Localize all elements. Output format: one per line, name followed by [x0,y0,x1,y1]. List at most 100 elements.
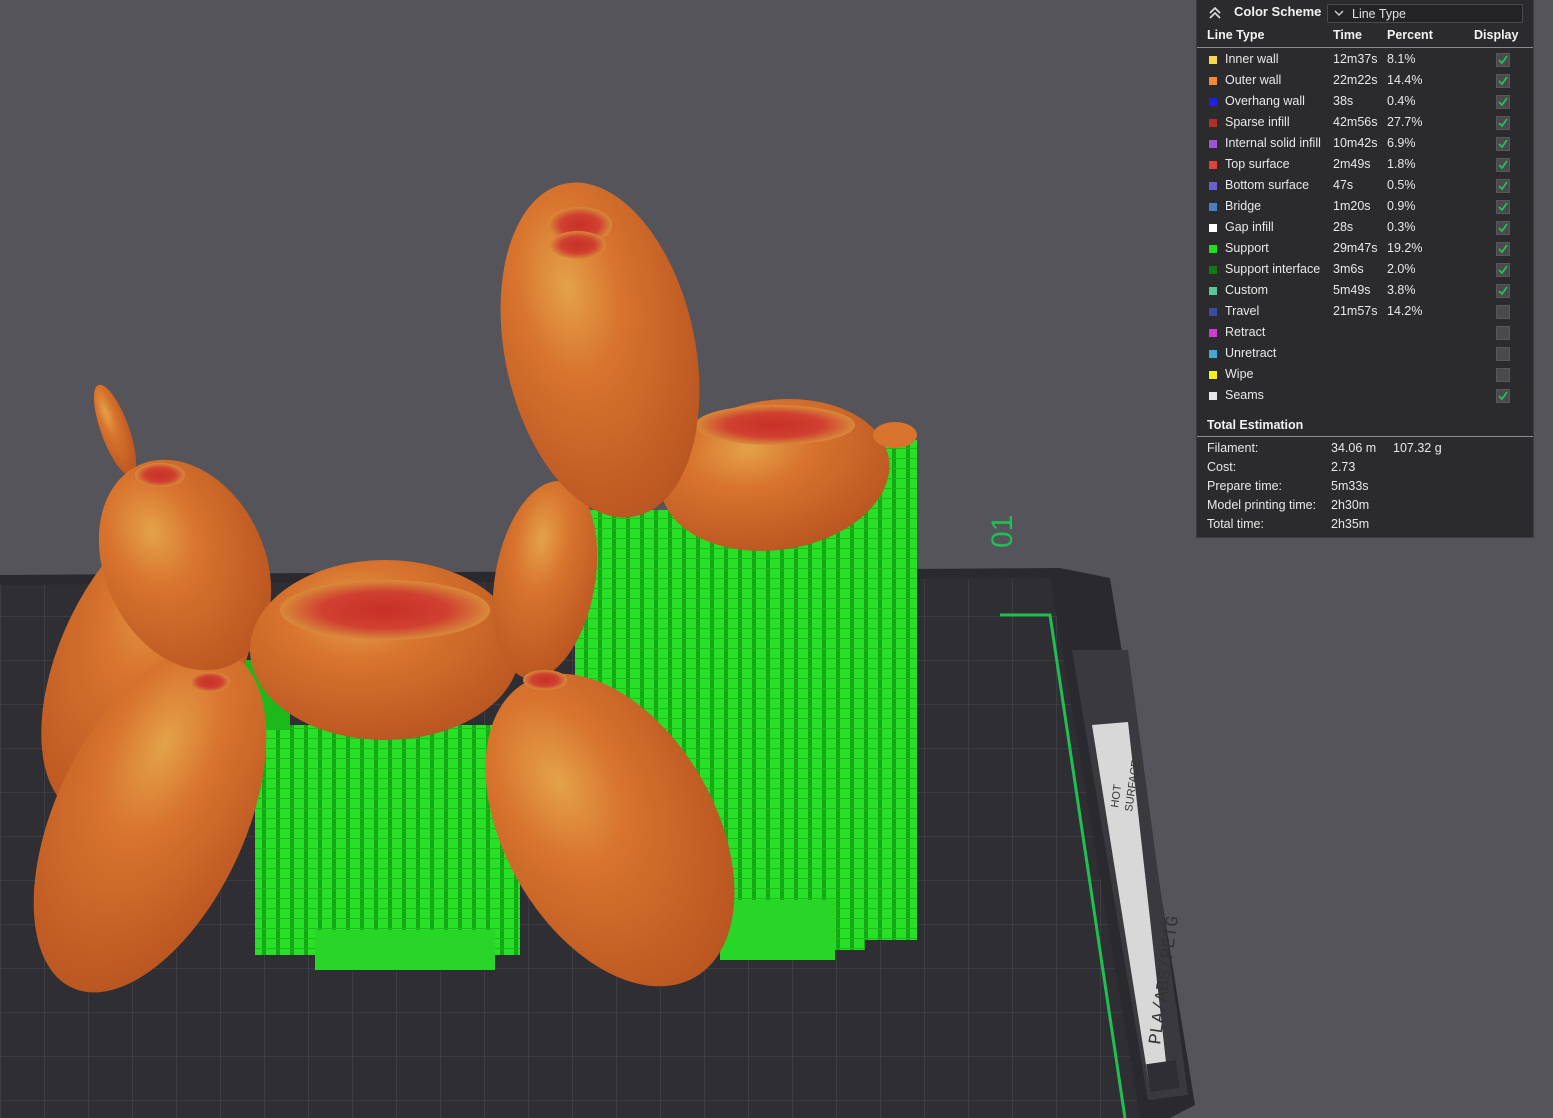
cost-value: 2.73 [1331,460,1356,474]
line-type-row: Wipe [1197,365,1533,386]
display-checkbox[interactable] [1496,326,1510,340]
color-swatch [1209,140,1217,148]
line-type-row: Bridge 1m20s 0.9% [1197,197,1533,218]
color-swatch [1209,245,1217,253]
total-estimation-title: Total Estimation [1207,418,1304,432]
display-checkbox[interactable] [1496,53,1510,67]
total-time-label: Total time: [1207,517,1264,531]
display-checkbox[interactable] [1496,305,1510,319]
color-swatch [1209,56,1217,64]
prepare-time-label: Prepare time: [1207,479,1283,493]
line-type-row: Sparse infill 42m56s 27.7% [1197,113,1533,134]
checkmark-icon [1498,286,1508,296]
checkmark-icon [1498,223,1508,233]
plate-logo-icon [1146,1060,1180,1092]
color-swatch [1209,161,1217,169]
column-header-line-type: Line Type [1207,28,1265,42]
color-scheme-dropdown[interactable]: Line Type [1327,4,1523,23]
color-scheme-header: Color Scheme Line Type [1197,0,1533,27]
color-swatch [1209,182,1217,190]
display-checkbox[interactable] [1496,179,1510,193]
filament-label: Filament: [1207,441,1259,455]
line-type-time: 42m56s [1333,115,1378,129]
display-checkbox[interactable] [1496,116,1510,130]
line-type-percent: 8.1% [1387,52,1416,66]
cost-label: Cost: [1207,460,1237,474]
line-type-time: 21m57s [1333,304,1378,318]
color-swatch [1209,224,1217,232]
display-checkbox[interactable] [1496,137,1510,151]
line-type-name: Seams [1225,388,1264,402]
color-swatch [1209,287,1217,295]
line-type-name: Custom [1225,283,1269,297]
line-type-name: Top surface [1225,157,1290,171]
color-swatch [1209,98,1217,106]
display-checkbox[interactable] [1496,263,1510,277]
line-type-time: 29m47s [1333,241,1378,255]
line-type-time: 2m49s [1333,157,1371,171]
checkmark-icon [1498,265,1508,275]
line-type-name: Sparse infill [1225,115,1290,129]
checkmark-icon [1498,139,1508,149]
display-checkbox[interactable] [1496,347,1510,361]
checkmark-icon [1498,391,1508,401]
line-type-percent: 3.8% [1387,283,1416,297]
line-type-name: Travel [1225,304,1260,318]
line-type-percent: 1.8% [1387,157,1416,171]
line-type-row: Overhang wall 38s 0.4% [1197,92,1533,113]
color-swatch [1209,350,1217,358]
line-type-time: 38s [1333,94,1354,108]
model-time-label: Model printing time: [1207,498,1317,512]
estimate-model-time: Model printing time: 2h30m [1197,497,1533,516]
display-checkbox[interactable] [1496,368,1510,382]
color-scheme-panel: Color Scheme Line Type Line Type Time Pe… [1196,0,1534,538]
display-checkbox[interactable] [1496,200,1510,214]
line-type-percent: 0.3% [1387,220,1416,234]
line-type-time: 1m20s [1333,199,1371,213]
checkmark-icon [1498,76,1508,86]
line-type-name: Internal solid infill [1225,136,1321,150]
checkmark-icon [1498,181,1508,191]
line-type-time: 3m6s [1333,262,1364,276]
line-type-row: Internal solid infill 10m42s 6.9% [1197,134,1533,155]
checkmark-icon [1498,55,1508,65]
line-type-name: Outer wall [1225,73,1282,87]
display-checkbox[interactable] [1496,158,1510,172]
filament-length: 34.06 m [1331,441,1377,455]
line-type-name: Unretract [1225,346,1277,360]
display-checkbox[interactable] [1496,221,1510,235]
line-type-row: Retract [1197,323,1533,344]
chevron-down-icon [1334,10,1344,16]
line-type-percent: 2.0% [1387,262,1416,276]
checkmark-icon [1498,160,1508,170]
line-type-row: Gap infill 28s 0.3% [1197,218,1533,239]
checkmark-icon [1498,97,1508,107]
line-type-row: Inner wall 12m37s 8.1% [1197,50,1533,71]
color-swatch [1209,119,1217,127]
line-type-percent: 14.4% [1387,73,1423,87]
display-checkbox[interactable] [1496,242,1510,256]
color-swatch [1209,266,1217,274]
line-type-percent: 0.5% [1387,178,1416,192]
line-type-name: Bridge [1225,199,1262,213]
checkmark-icon [1498,244,1508,254]
display-checkbox[interactable] [1496,284,1510,298]
line-type-row: Support interface 3m6s 2.0% [1197,260,1533,281]
display-checkbox[interactable] [1496,95,1510,109]
display-checkbox[interactable] [1496,389,1510,403]
line-type-name: Bottom surface [1225,178,1310,192]
checkmark-icon [1498,118,1508,128]
color-swatch [1209,329,1217,337]
line-type-time: 5m49s [1333,283,1371,297]
line-type-name: Wipe [1225,367,1254,381]
prepare-time-value: 5m33s [1331,479,1369,493]
color-scheme-value: Line Type [1352,7,1406,21]
color-swatch [1209,308,1217,316]
total-divider [1197,436,1533,437]
line-type-row: Unretract [1197,344,1533,365]
line-type-percent: 19.2% [1387,241,1423,255]
line-type-row: Travel 21m57s 14.2% [1197,302,1533,323]
collapse-icon[interactable] [1207,5,1223,21]
display-checkbox[interactable] [1496,74,1510,88]
model-time-value: 2h30m [1331,498,1370,512]
